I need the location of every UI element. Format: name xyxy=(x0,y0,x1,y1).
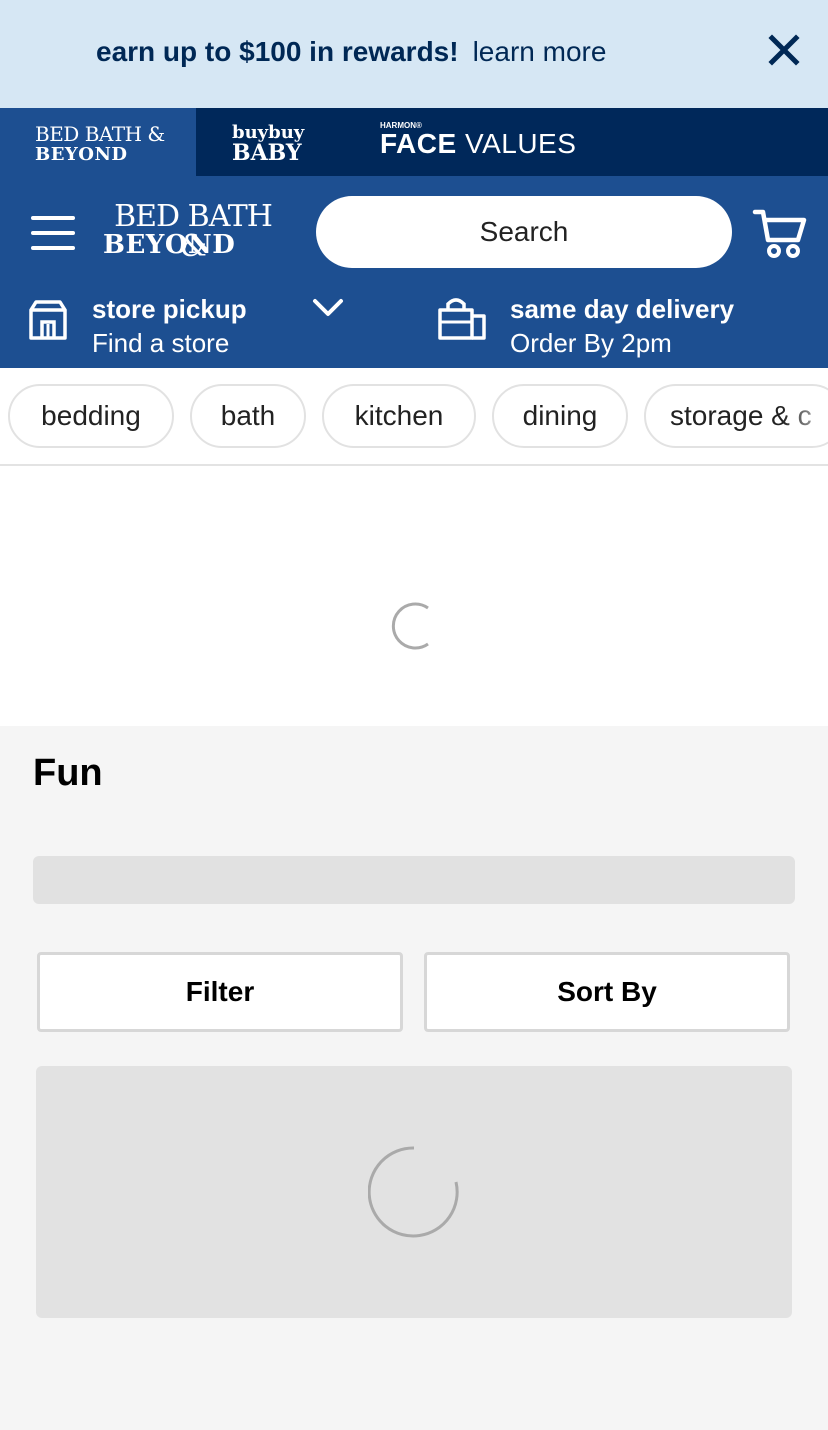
category-chip-dining[interactable]: dining xyxy=(492,384,628,448)
brand-switcher: BED BATH & BEYOND buybuy BABY HARMON® FA… xyxy=(0,108,828,176)
delivery-bag-icon xyxy=(438,298,486,340)
site-logo[interactable]: BED BATH & BEYOND xyxy=(103,202,283,262)
brand-bbb-line1: BED BATH & xyxy=(35,122,165,146)
chevron-down-icon[interactable] xyxy=(312,296,344,320)
same-day-delivery[interactable]: same day delivery Order By 2pm xyxy=(436,288,816,358)
brand-tab-harmon-face-values[interactable]: HARMON® FACE VALUES xyxy=(344,108,604,176)
promo-banner: earn up to $100 in rewards! learn more xyxy=(0,0,828,108)
promo-message: earn up to $100 in rewards! learn more xyxy=(96,36,606,68)
site-logo-line2: BEYOND xyxy=(103,230,236,260)
product-grid-skeleton xyxy=(36,1066,792,1318)
promo-text: earn up to $100 in rewards! xyxy=(96,36,459,67)
category-chip-bath[interactable]: bath xyxy=(190,384,306,448)
breadcrumb-skeleton xyxy=(33,856,795,904)
brand-tab-buybuy-baby[interactable]: buybuy BABY xyxy=(196,108,344,176)
loading-spinner-icon xyxy=(391,602,429,650)
find-a-store-link[interactable]: Find a store xyxy=(92,328,229,359)
page-title: Fun xyxy=(33,752,103,794)
brand-values-word: VALUES xyxy=(464,128,577,159)
brand-tab-bed-bath-beyond[interactable]: BED BATH & BEYOND xyxy=(0,108,196,176)
search-input[interactable] xyxy=(316,196,732,268)
brand-buybuy-line2: BABY xyxy=(232,140,302,166)
order-by-time: Order By 2pm xyxy=(510,328,672,358)
shopping-cart-icon[interactable] xyxy=(752,206,808,262)
learn-more-link[interactable]: learn more xyxy=(473,36,607,67)
category-chip-kitchen[interactable]: kitchen xyxy=(322,384,476,448)
same-day-delivery-title: same day delivery xyxy=(510,294,735,324)
category-chip-bedding[interactable]: bedding xyxy=(8,384,174,448)
filter-button[interactable]: Filter xyxy=(37,952,403,1032)
hamburger-menu-icon[interactable] xyxy=(31,216,75,250)
loading-spinner-icon xyxy=(368,1146,459,1238)
close-icon[interactable] xyxy=(764,30,804,70)
banner-loading-area xyxy=(0,466,828,726)
brand-bbb-line2: BEYOND xyxy=(35,144,128,165)
site-header: BED BATH & BEYOND store pickup Find a st… xyxy=(0,176,828,368)
brand-face-word: FACE xyxy=(380,128,457,159)
brand-face-values: FACE VALUES xyxy=(380,130,576,158)
store-icon xyxy=(29,300,67,340)
store-pickup-title: store pickup xyxy=(92,294,247,324)
category-nav: bedding bath kitchen dining storage & c xyxy=(0,368,828,466)
sort-by-button[interactable]: Sort By xyxy=(424,952,790,1032)
store-pickup[interactable]: store pickup Find a store xyxy=(26,288,386,358)
category-chip-storage[interactable]: storage & c xyxy=(644,384,828,448)
